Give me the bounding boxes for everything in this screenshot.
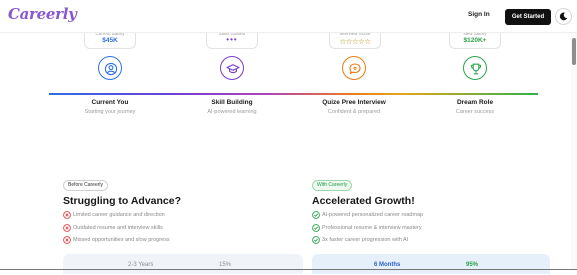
journey-progress-line: [49, 93, 538, 95]
before-metrics-card: [63, 254, 303, 274]
sign-in-link[interactable]: Sign In: [468, 11, 490, 18]
before-careerly-badge: Before Careerly: [63, 180, 109, 191]
step-subtitle: Career success: [455, 109, 495, 115]
step-interview-icon-circle: [342, 56, 366, 80]
chat-bubble-icon: [349, 63, 361, 75]
benefit-text: AI-powered personalized career roadmap: [322, 212, 424, 218]
get-started-button[interactable]: Get Started: [505, 9, 551, 25]
star-rating: ☆☆☆☆☆: [339, 37, 371, 46]
theme-toggle-button[interactable]: [555, 8, 572, 25]
before-success-metric: 15%: [219, 262, 232, 268]
after-metrics-card: [312, 254, 550, 274]
x-circle-icon: [63, 224, 71, 232]
check-circle-icon: [312, 236, 320, 244]
problem-text: Limited career guidance and direction: [73, 212, 165, 218]
problem-text: Missed opportunities and slow progress: [73, 237, 170, 243]
after-heading: Accelerated Growth!: [312, 195, 415, 207]
x-circle-icon: [63, 236, 71, 244]
step-title: Quize Pree Interview: [322, 99, 386, 106]
x-circle-icon: [63, 211, 71, 219]
step-title: Dream Role: [456, 99, 494, 106]
after-success-metric: 95%: [466, 262, 479, 268]
careerly-logo[interactable]: Careerly: [8, 5, 77, 23]
graduation-cap-icon: [226, 64, 240, 74]
before-heading: Struggling to Advance?: [63, 195, 182, 207]
scrollbar-thumb[interactable]: [572, 38, 576, 65]
step-title: Current You: [91, 99, 129, 106]
after-time-metric: 6 Months: [374, 262, 401, 268]
benefit-text: 3x faster career progression with AI: [322, 237, 409, 243]
step-dream-role-icon-circle: [463, 56, 487, 80]
stat-value: $45K: [102, 37, 118, 44]
benefit-text: Professional resume & interview mastery: [322, 225, 422, 231]
stat-value: •••: [226, 35, 238, 44]
moon-icon: [559, 12, 568, 21]
with-careerly-badge: With Careerly: [312, 180, 353, 191]
step-subtitle: AI-powered learning: [207, 109, 257, 115]
trophy-icon: [470, 63, 482, 75]
user-icon: [104, 62, 118, 76]
check-circle-icon: [312, 211, 320, 219]
problem-text: Outdated resume and interview skills: [73, 225, 163, 231]
stat-value: $120K+: [463, 37, 487, 44]
viewport-bottom-edge: [0, 269, 577, 270]
step-subtitle: Starting your journey: [84, 109, 136, 115]
before-time-metric: 2-3 Years: [128, 262, 154, 268]
step-skill-building-icon-circle: [220, 56, 244, 80]
scrollbar-track[interactable]: [571, 33, 577, 269]
step-title: Skill Building: [211, 99, 253, 106]
check-circle-icon: [312, 224, 320, 232]
step-subtitle: Confident & prepared: [327, 109, 381, 115]
step-current-you-icon-circle: [98, 56, 122, 80]
top-navbar: Careerly Sign In Get Started: [0, 0, 577, 33]
